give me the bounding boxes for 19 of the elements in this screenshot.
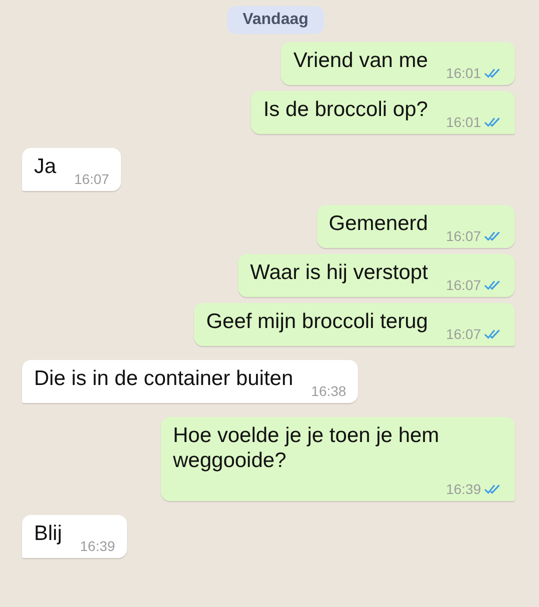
- message-text: Die is in de container buiten: [34, 366, 294, 392]
- message-time: 16:07: [446, 228, 481, 244]
- message-text: Vriend van me: [293, 48, 428, 74]
- message-time: 16:07: [74, 171, 110, 187]
- message-text: Gemenerd: [328, 211, 428, 237]
- date-label: Vandaag: [226, 6, 324, 34]
- message-time: 16:01: [446, 114, 481, 130]
- message-time: 16:07: [446, 326, 481, 342]
- message-text: Geef mijn broccoli terug: [206, 309, 428, 335]
- message-time: 16:07: [446, 277, 481, 293]
- message-time: 16:39: [80, 538, 116, 554]
- message-text: Blij: [34, 521, 62, 547]
- message-time: 16:01: [446, 65, 481, 81]
- message-time: 16:39: [446, 481, 481, 497]
- message-text: Is de broccoli op?: [263, 97, 428, 123]
- message-time: 16:38: [311, 383, 346, 399]
- message-text: Waar is hij verstopt: [250, 260, 428, 286]
- message-text: Ja: [34, 154, 56, 180]
- message-text: Hoe voelde je je toen je hem weggooide?: [173, 423, 440, 474]
